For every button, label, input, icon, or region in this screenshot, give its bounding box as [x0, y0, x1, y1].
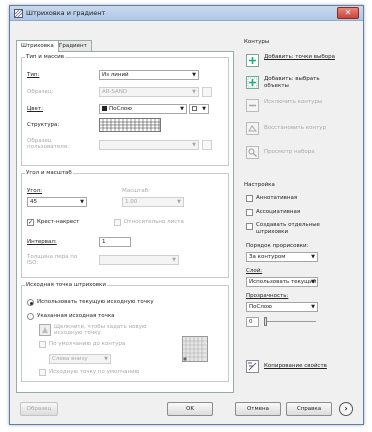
origin-position-preview [182, 336, 208, 362]
iso-pen-select[interactable]: ▼ [99, 255, 179, 265]
inherit-properties-button[interactable]: Копирование свойств [264, 363, 327, 369]
spacing-label: Интервал: [27, 239, 57, 245]
draw-order-select[interactable]: За контуром ▼ [246, 252, 318, 262]
store-default-origin-checkbox[interactable] [39, 369, 46, 376]
draw-order-label: Порядок прорисовки: [246, 243, 309, 249]
angle-label: Угол: [27, 188, 42, 194]
separate-hatches-label: Создавать отдельные штриховки [256, 222, 320, 235]
pattern-swatch-preview[interactable] [99, 118, 161, 132]
annotative-label: Аннотативная [256, 195, 298, 201]
scale-select[interactable]: 1.00 ▼ [122, 197, 184, 207]
magnifier-icon[interactable] [246, 146, 259, 159]
remove-boundaries-icon[interactable] [246, 99, 259, 112]
add-pick-points-icon[interactable] [246, 54, 259, 67]
color-label: Цвет: [27, 106, 43, 112]
pattern-browse-button[interactable] [202, 87, 212, 97]
add-select-objects-icon[interactable] [246, 76, 259, 89]
background-color-select[interactable]: ▼ [189, 104, 209, 114]
default-boundary-checkbox[interactable] [39, 341, 46, 348]
chevron-down-icon: ▼ [311, 254, 315, 260]
relative-paper-label: Относительно листа [124, 219, 184, 225]
pattern-label: Образец: [27, 89, 54, 95]
pick-origin-icon[interactable] [39, 324, 51, 336]
cancel-button[interactable]: Отмена [235, 402, 281, 416]
close-button[interactable]: ✕ [337, 7, 359, 19]
type-pattern-legend: Тип и массив [26, 54, 64, 60]
color-select[interactable]: ПоСлою ▼ [99, 104, 187, 114]
specified-origin-label: Указанная исходная точка [37, 313, 115, 319]
store-default-origin-label: Исходную точку по умолчанию [49, 369, 140, 375]
chevron-down-icon: ▼ [202, 106, 206, 112]
window-title: Штриховка и градиент [26, 9, 106, 17]
type-select[interactable]: Из линий ▼ [99, 70, 199, 80]
use-current-origin-radio[interactable] [27, 299, 34, 306]
double-label: Крест-накрест [37, 219, 80, 225]
relative-paper-checkbox[interactable] [114, 219, 121, 226]
type-label: Тип: [27, 72, 40, 78]
transparency-select[interactable]: ПоСлою ▼ [246, 302, 318, 312]
remove-boundaries-button[interactable]: Исключить контуры [264, 99, 324, 106]
add-select-objects-button[interactable]: Добавить: выбрать объекты [264, 76, 336, 90]
custom-pattern-label: Образец пользователя: [27, 138, 69, 150]
transparency-label: Прозрачность: [246, 293, 289, 299]
transparency-slider-thumb[interactable] [264, 317, 267, 326]
hatch-origin-legend: Исходная точка штриховки [26, 282, 106, 288]
chevron-down-icon: ▼ [192, 72, 196, 78]
iso-pen-label: Толщина пера по ISO: [27, 254, 78, 266]
chevron-down-icon: ▼ [104, 356, 108, 362]
default-boundary-label: По умолчанию до контура [49, 341, 126, 347]
swatch-label: Структура: [27, 122, 60, 128]
transparency-slider-track[interactable] [264, 321, 316, 322]
chevron-down-icon: ▼ [311, 304, 315, 310]
hatch-dialog: Штриховка и градиент ✕ Штриховка Градиен… [9, 5, 364, 425]
angle-scale-legend: Угол и масштаб [26, 170, 72, 176]
custom-pattern-select[interactable]: ▼ [99, 140, 199, 150]
chevron-down-icon: ▼ [192, 142, 196, 148]
custom-browse-button[interactable] [202, 140, 212, 150]
layer-label: Слой: [246, 268, 263, 274]
options-legend: Настройка [244, 182, 275, 188]
use-current-origin-label: Использовать текущую исходную точку [37, 299, 154, 305]
chevron-down-icon: ▼ [192, 89, 196, 95]
add-pick-points-button[interactable]: Добавить: точки выбора [264, 54, 336, 61]
chevron-down-icon: ▼ [311, 279, 315, 285]
scale-label: Масштаб: [122, 188, 150, 194]
double-checkbox[interactable]: ✓ [27, 219, 34, 226]
view-selections-button[interactable]: Просмотр набора [264, 149, 315, 156]
recreate-boundary-icon[interactable] [246, 122, 259, 135]
chevron-down-icon: ▼ [172, 257, 176, 263]
inherit-properties-icon[interactable] [246, 360, 259, 373]
recreate-boundary-button[interactable]: Восстановить контур [264, 125, 326, 132]
color-swatch-icon [102, 106, 107, 111]
layer-select[interactable]: Использовать текущий ▼ [246, 277, 318, 287]
spacing-input[interactable]: 1 [99, 237, 131, 247]
ok-button[interactable]: OK [167, 402, 213, 416]
help-button[interactable]: Справка [286, 402, 332, 416]
hatch-app-icon [14, 9, 23, 18]
title-bar[interactable]: Штриховка и градиент ✕ [10, 6, 363, 21]
hatch-tab-panel: Тип и массив Тип: Из линий ▼ Образец: AR-… [16, 51, 234, 393]
no-color-icon [192, 106, 197, 111]
specified-origin-radio[interactable] [27, 313, 34, 320]
origin-position-select[interactable]: Слева внизу ▼ [49, 354, 111, 364]
chevron-down-icon: ▼ [80, 199, 84, 205]
pattern-select[interactable]: AR-SAND ▼ [99, 87, 199, 97]
boundaries-legend: Контуры [244, 39, 270, 45]
chevron-down-icon: ▼ [180, 106, 184, 112]
transparency-input[interactable]: 0 [246, 317, 259, 327]
click-origin-label: Щелкните, чтобы задать новую исходную то… [54, 324, 147, 336]
tab-hatch[interactable]: Штриховка [16, 40, 59, 52]
annotative-checkbox[interactable] [246, 195, 253, 202]
tab-gradient[interactable]: Градиент [54, 40, 92, 51]
associative-label: Ассоциативная [256, 209, 301, 215]
associative-checkbox[interactable] [246, 209, 253, 216]
chevron-down-icon: ▼ [177, 199, 181, 205]
angle-select[interactable]: 45 ▼ [27, 197, 87, 207]
more-options-button[interactable]: › [339, 402, 353, 416]
separate-hatches-checkbox[interactable] [246, 223, 253, 230]
preview-button[interactable]: Образец [20, 402, 58, 416]
